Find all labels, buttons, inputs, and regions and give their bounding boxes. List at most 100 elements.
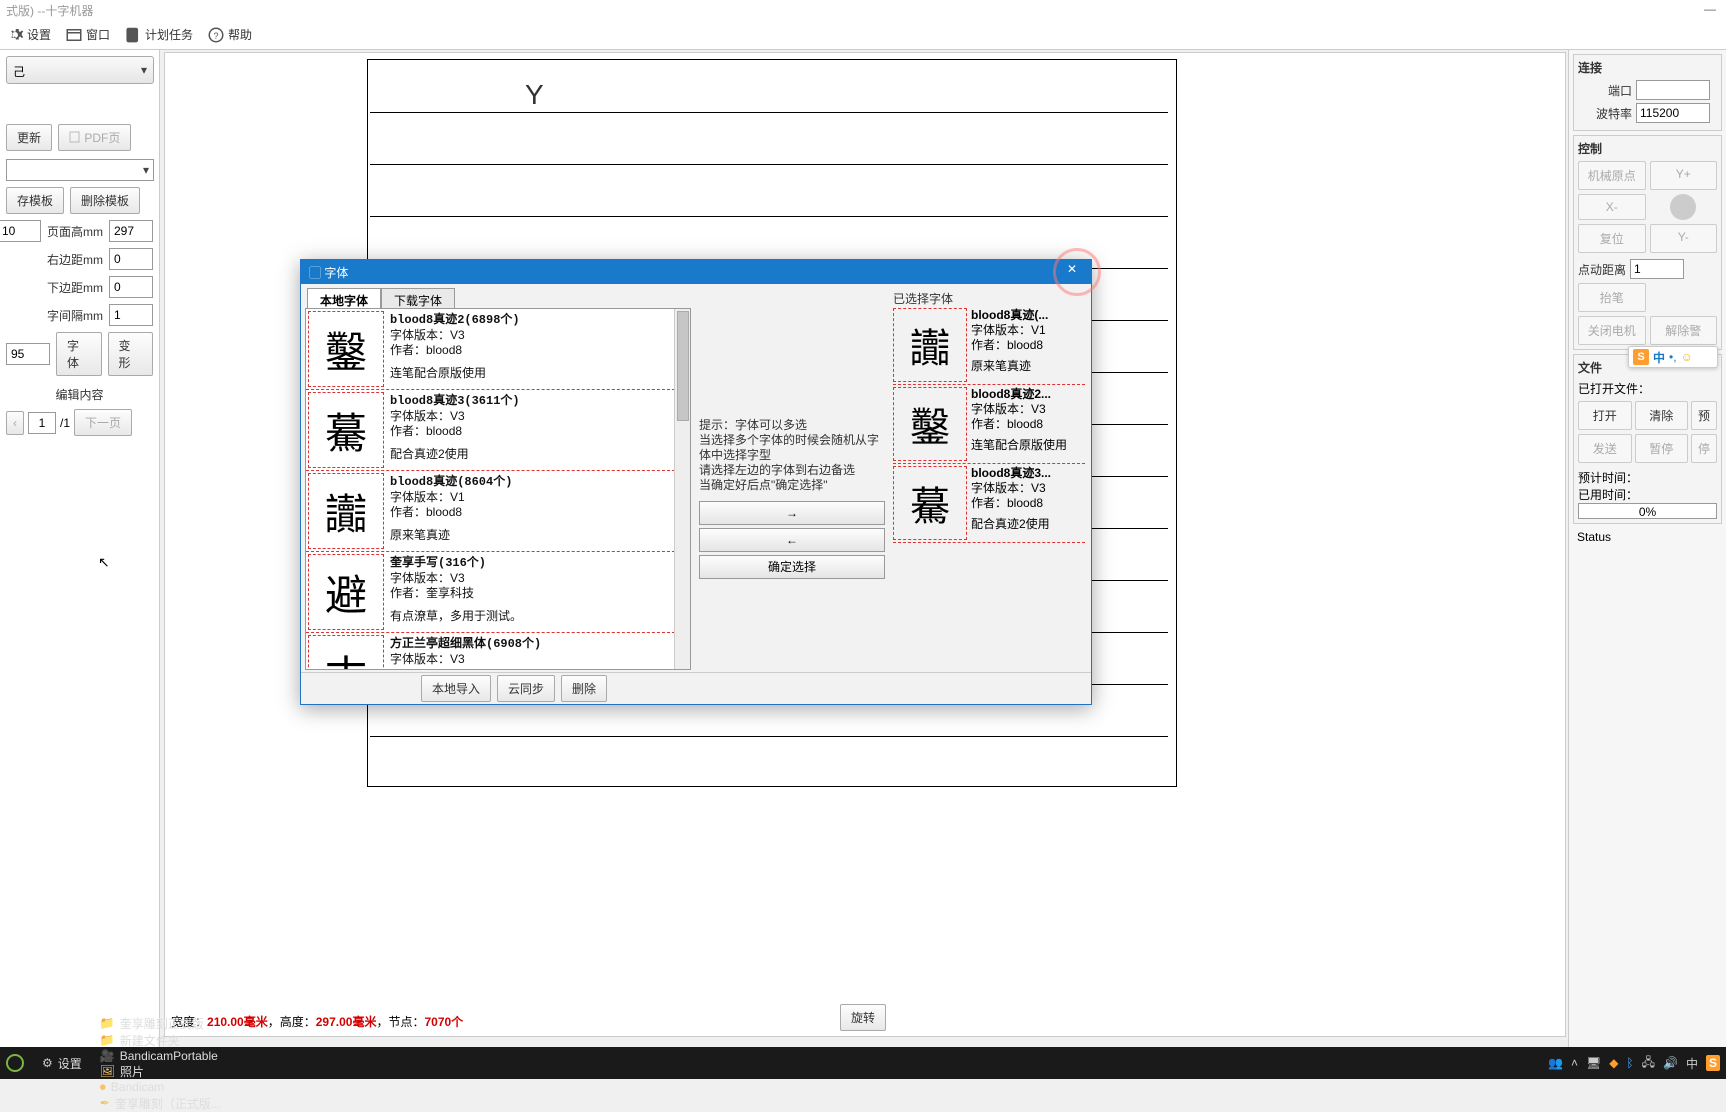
- move-left-button[interactable]: ←: [699, 528, 885, 552]
- motor-off-button[interactable]: 关闭电机: [1578, 316, 1646, 345]
- mouse-cursor-icon: ↖: [98, 554, 110, 571]
- tray-people-icon[interactable]: 👥: [1548, 1056, 1563, 1070]
- char-gap-input[interactable]: [109, 304, 153, 326]
- open-button[interactable]: 打开: [1578, 401, 1632, 430]
- clear-alarm-button[interactable]: 解除警: [1650, 316, 1718, 345]
- cloud-sync-button[interactable]: 云同步: [497, 675, 555, 702]
- glyph-preview: 驀: [893, 466, 967, 540]
- page-width-input[interactable]: [0, 220, 41, 242]
- transform-button[interactable]: 变形: [108, 332, 154, 376]
- toolbar-settings[interactable]: 设置: [6, 26, 51, 44]
- save-template-button[interactable]: 存模板: [6, 187, 64, 214]
- joystick-dot-icon[interactable]: [1670, 194, 1696, 220]
- pen-up-button[interactable]: 抬笔: [1578, 283, 1646, 312]
- taskbar-settings[interactable]: ⚙设置: [42, 1055, 82, 1072]
- secondary-combo[interactable]: [6, 159, 154, 181]
- tray-sogou-icon[interactable]: S: [1706, 1055, 1720, 1071]
- ime-punct-toggle[interactable]: •,: [1669, 350, 1677, 364]
- scrollbar-thumb[interactable]: [677, 311, 689, 421]
- send-button[interactable]: 发送: [1578, 434, 1632, 463]
- port-input[interactable]: [1636, 80, 1710, 100]
- ime-cn-toggle[interactable]: 中: [1653, 349, 1665, 366]
- update-button[interactable]: 更新: [6, 124, 52, 151]
- margin-bottom-input[interactable]: [109, 276, 153, 298]
- ime-toolbar[interactable]: S 中 •, ☺: [1628, 346, 1718, 368]
- selected-font-item[interactable]: 鑿 blood8真迹2... 字体版本：V3 作者：blood8 连笔配合原版使…: [893, 385, 1085, 464]
- dialog-close-button[interactable]: ✕: [1061, 262, 1083, 282]
- local-import-button[interactable]: 本地导入: [421, 675, 491, 702]
- selected-font-item[interactable]: 驀 blood8真迹3... 字体版本：V3 作者：blood8 配合真迹2使用: [893, 464, 1085, 543]
- app-icon: ⏺: [100, 1080, 106, 1095]
- pdf-page-button[interactable]: PDF页: [58, 124, 131, 151]
- stop-button[interactable]: 停: [1691, 434, 1717, 463]
- taskbar-app[interactable]: 🎥BandicamPortable: [100, 1049, 221, 1063]
- selected-font-list[interactable]: 讟 blood8真迹(... 字体版本：V1 作者：blood8 原来笔真迹 鑿…: [893, 306, 1085, 543]
- font-item[interactable]: 古 方正兰亭超细黑体(6908个) 字体版本：V3: [306, 633, 690, 670]
- jog-input[interactable]: [1630, 259, 1684, 279]
- taskbar[interactable]: ⚙设置 📁奎享雕刻正式版📁新建文件夹🎥BandicamPortable🖼照片⏺B…: [0, 1047, 1726, 1079]
- font-item[interactable]: 鑿 blood8真迹2(6898个) 字体版本：V3 作者：blood8 连笔配…: [306, 309, 690, 390]
- tray-volume-icon[interactable]: 🔊: [1663, 1056, 1678, 1070]
- system-tray[interactable]: 👥 ˄ 🖥 ◆ ᛒ 🖧 🔊 中 S: [1548, 1053, 1720, 1074]
- font-item[interactable]: 讟 blood8真迹(8604个) 字体版本：V1 作者：blood8 原来笔真…: [306, 471, 690, 552]
- ime-sogou-icon[interactable]: S: [1633, 349, 1649, 365]
- font-note: 有点潦草，多用于测试。: [390, 609, 522, 624]
- y-plus-button[interactable]: Y+: [1650, 161, 1718, 190]
- tray-network-icon[interactable]: 🖧: [1642, 1053, 1655, 1074]
- font-author: 作者：奎享科技: [390, 586, 522, 601]
- dialog-titlebar[interactable]: ▢ 字体 ✕: [301, 260, 1091, 284]
- page-number-input[interactable]: [28, 412, 56, 434]
- margin-right-input[interactable]: [109, 248, 153, 270]
- taskbar-app[interactable]: 📁新建文件夹: [100, 1032, 221, 1049]
- prev-page-button[interactable]: ‹: [6, 411, 24, 435]
- window-minimize[interactable]: —: [1704, 2, 1716, 16]
- confirm-select-button[interactable]: 确定选择: [699, 555, 885, 579]
- font-item[interactable]: 驀 blood8真迹3(3611个) 字体版本：V3 作者：blood8 配合真…: [306, 390, 690, 471]
- font-version: 字体版本：V3: [390, 652, 541, 667]
- next-page-button[interactable]: 下一页: [74, 409, 132, 436]
- font-version: 字体版本：V1: [971, 323, 1048, 338]
- glyph-preview: 鑿: [308, 311, 384, 387]
- start-button[interactable]: [6, 1054, 24, 1072]
- delete-font-button[interactable]: 删除: [561, 675, 607, 702]
- font-button[interactable]: 字体: [56, 332, 102, 376]
- x-minus-button[interactable]: X-: [1578, 194, 1646, 220]
- reset-button[interactable]: 复位: [1578, 224, 1646, 253]
- tray-monitor-icon[interactable]: 🖥: [1586, 1056, 1601, 1070]
- y-minus-button[interactable]: Y-: [1650, 224, 1718, 253]
- clear-button[interactable]: 清除: [1635, 401, 1689, 430]
- move-right-button[interactable]: →: [699, 501, 885, 525]
- font-item[interactable]: 避 奎享手写(316个) 字体版本：V3 作者：奎享科技 有点潦草，多用于测试。: [306, 552, 690, 633]
- font-list[interactable]: 鑿 blood8真迹2(6898个) 字体版本：V3 作者：blood8 连笔配…: [305, 308, 691, 670]
- font-note: 原来笔真迹: [971, 359, 1048, 374]
- taskbar-app[interactable]: ✒奎享雕刻（正式版...: [100, 1095, 221, 1112]
- font-author: 作者：blood8: [971, 338, 1048, 353]
- svg-text:?: ?: [214, 30, 219, 40]
- scrollbar[interactable]: [674, 309, 690, 669]
- tray-bluetooth-icon[interactable]: ᛒ: [1626, 1056, 1633, 1070]
- taskbar-app[interactable]: 🖼照片: [100, 1063, 221, 1080]
- rotate-button[interactable]: 旋转: [840, 1004, 886, 1031]
- toolbar-window[interactable]: 窗口: [65, 26, 110, 44]
- preview-button[interactable]: 预: [1691, 401, 1717, 430]
- font-note: 配合真迹2使用: [971, 517, 1051, 532]
- tray-shield-icon[interactable]: ◆: [1609, 1056, 1618, 1070]
- pause-button[interactable]: 暂停: [1635, 434, 1689, 463]
- taskbar-app[interactable]: 📁奎享雕刻正式版: [100, 1015, 221, 1032]
- template-combo[interactable]: 己: [6, 56, 154, 84]
- tray-up-icon[interactable]: ˄: [1571, 1056, 1578, 1070]
- selected-font-item[interactable]: 讟 blood8真迹(... 字体版本：V1 作者：blood8 原来笔真迹: [893, 306, 1085, 385]
- gear-icon: [6, 26, 24, 44]
- delete-template-button[interactable]: 删除模板: [70, 187, 140, 214]
- font-name: blood8真迹2(6898个): [390, 313, 520, 328]
- tray-ime-label[interactable]: 中: [1686, 1055, 1698, 1072]
- ime-emoji-icon[interactable]: ☺: [1681, 350, 1693, 364]
- toolbar-tasks[interactable]: 计划任务: [124, 26, 193, 44]
- page-height-input[interactable]: [109, 220, 153, 242]
- home-button[interactable]: 机械原点: [1578, 161, 1646, 190]
- taskbar-app[interactable]: ⏺Bandicam: [100, 1080, 221, 1095]
- baud-input[interactable]: [1636, 103, 1710, 123]
- line-height-input[interactable]: [6, 343, 50, 365]
- toolbar-help[interactable]: ? 帮助: [207, 26, 252, 44]
- font-author: 作者：blood8: [390, 424, 520, 439]
